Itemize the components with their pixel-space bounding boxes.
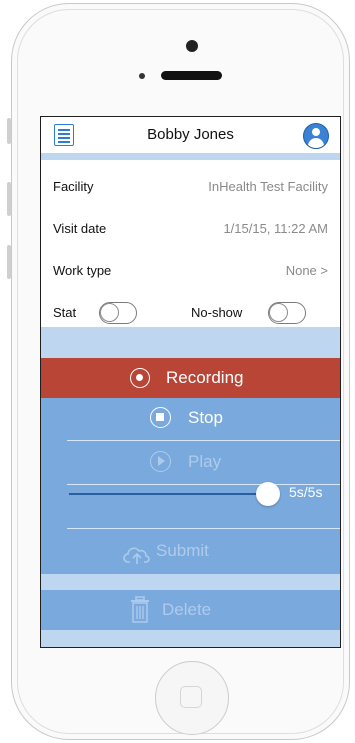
user-avatar-icon[interactable] — [303, 123, 329, 149]
proximity-sensor — [139, 73, 145, 79]
cloud-upload-icon — [123, 547, 150, 564]
progress-readout: 5s/5s — [289, 484, 323, 500]
visit-details-form: Facility InHealth Test Facility Visit da… — [41, 160, 340, 327]
nav-bar: Bobby Jones — [41, 117, 340, 153]
page-title: Bobby Jones — [147, 126, 234, 143]
divider — [67, 528, 340, 529]
noshow-label: No-show — [191, 305, 243, 320]
volume-up-button — [7, 182, 11, 216]
stat-noshow-row: Stat No-show — [41, 302, 340, 325]
visit-date-label: Visit date — [53, 221, 107, 236]
visit-date-row[interactable]: Visit date 1/15/15, 11:22 AM — [41, 221, 340, 241]
play-icon — [150, 451, 171, 472]
front-camera — [186, 40, 198, 52]
recording-label: Recording — [166, 368, 244, 387]
recording-button[interactable]: Recording — [41, 358, 340, 398]
facility-label: Facility — [53, 179, 94, 194]
mute-switch — [7, 118, 11, 144]
submit-label: Submit — [156, 541, 209, 560]
play-label: Play — [188, 452, 222, 471]
work-type-row[interactable]: Work type None > — [41, 263, 340, 283]
stop-icon — [150, 407, 171, 428]
submit-button[interactable]: Submit — [41, 531, 340, 571]
stat-label: Stat — [53, 305, 77, 320]
stop-label: Stop — [188, 408, 223, 427]
volume-down-button — [7, 245, 11, 279]
delete-button[interactable]: Delete — [41, 590, 340, 630]
home-button[interactable] — [155, 661, 229, 735]
noshow-toggle[interactable] — [268, 302, 306, 324]
delete-label: Delete — [162, 600, 212, 619]
record-dot-icon — [130, 368, 150, 388]
stop-button[interactable]: Stop — [41, 398, 340, 438]
stat-toggle[interactable] — [99, 302, 137, 324]
playback-controls: Stop Play 5s/5s Submit — [41, 398, 340, 574]
trash-icon — [131, 596, 149, 623]
visit-date-value: 1/15/15, 11:22 AM — [223, 221, 328, 236]
work-type-label: Work type — [53, 263, 112, 278]
divider — [67, 440, 340, 441]
progress-slider-track[interactable] — [69, 493, 259, 495]
progress-slider-thumb[interactable] — [256, 482, 280, 506]
home-square-icon — [180, 686, 202, 708]
play-button[interactable]: Play — [41, 442, 340, 482]
facility-value: InHealth Test Facility — [208, 179, 328, 194]
earpiece-speaker — [161, 71, 222, 80]
work-type-value: None > — [285, 263, 328, 278]
facility-row[interactable]: Facility InHealth Test Facility — [41, 179, 340, 199]
app-screen: Bobby Jones Facility InHealth Test Facil… — [40, 116, 341, 648]
